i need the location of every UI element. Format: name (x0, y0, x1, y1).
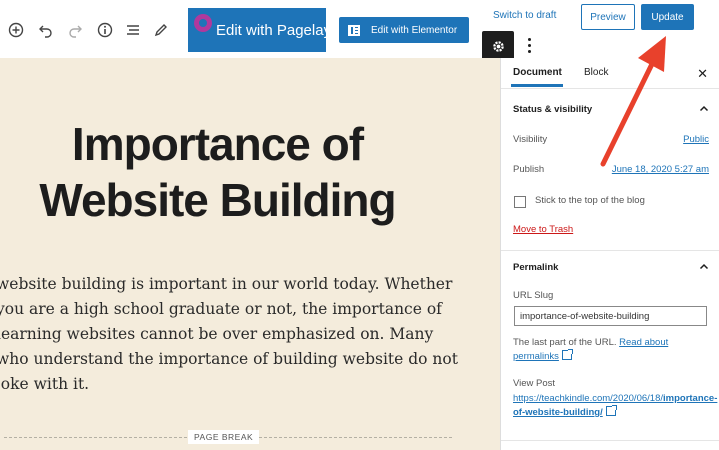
chevron-up-icon[interactable] (699, 104, 709, 114)
permalink-help: The last part of the URL. Read about per… (513, 336, 709, 364)
view-post-link[interactable]: https://teachkindle.com/2020/06/18/impor… (513, 392, 717, 420)
edit-with-pagelayer-button[interactable]: Edit with Pagelayer (188, 8, 326, 52)
external-link-icon (561, 349, 573, 360)
permalink-heading[interactable]: Permalink (513, 262, 558, 273)
page-break-label: PAGE BREAK (188, 430, 260, 444)
info-icon[interactable] (95, 20, 115, 40)
chevron-up-icon[interactable] (699, 262, 709, 272)
view-post-url-prefix: https://teachkindle.com/2020/06/18/ (513, 393, 663, 404)
post-paragraph[interactable]: website building is important in our wor… (0, 272, 466, 397)
sticky-label: Stick to the top of the blog (535, 195, 645, 206)
tab-document[interactable]: Document (513, 67, 562, 78)
undo-icon[interactable] (36, 20, 56, 40)
elementor-button-label: Edit with Elementor (371, 24, 458, 36)
visibility-value-link[interactable]: Public (683, 134, 709, 145)
permalink-help-text: The last part of the URL. (513, 337, 617, 348)
publish-label: Publish (513, 164, 545, 175)
active-tab-indicator (511, 84, 563, 87)
redo-icon[interactable] (65, 20, 85, 40)
list-view-icon[interactable] (123, 20, 143, 40)
url-slug-label: URL Slug (513, 290, 554, 301)
panel-divider (501, 440, 719, 441)
settings-gear-button[interactable] (482, 31, 514, 61)
edit-pencil-icon[interactable] (151, 20, 171, 40)
view-post-label: View Post (513, 378, 556, 389)
url-slug-input[interactable] (514, 306, 707, 326)
post-title[interactable]: Importance of Website Building (0, 116, 435, 228)
close-icon[interactable]: ✕ (697, 66, 708, 82)
page-break-block[interactable]: PAGE BREAK (0, 430, 456, 446)
gear-icon (492, 40, 504, 52)
pagelayer-button-label: Edit with Pagelayer (216, 22, 326, 39)
pagelayer-logo-icon (194, 14, 212, 32)
publish-date-link[interactable]: June 18, 2020 5:27 am (612, 164, 709, 175)
add-block-icon[interactable] (6, 20, 26, 40)
move-to-trash-link[interactable]: Move to Trash (513, 224, 573, 235)
tab-block[interactable]: Block (584, 67, 608, 78)
panel-divider (501, 250, 719, 251)
visibility-label: Visibility (513, 134, 548, 145)
external-link-icon (605, 405, 617, 416)
preview-button[interactable]: Preview (581, 4, 635, 30)
switch-to-draft-link[interactable]: Switch to draft (493, 10, 556, 21)
status-visibility-heading[interactable]: Status & visibility (513, 104, 592, 115)
sidebar-tabs: Document Block ✕ (501, 58, 719, 89)
elementor-logo-icon (348, 24, 360, 36)
editor-toolbar: Edit with Pagelayer Edit with Elementor … (0, 0, 719, 61)
settings-sidebar: Document Block ✕ Status & visibility Vis… (500, 58, 719, 450)
more-options-icon[interactable] (523, 33, 535, 57)
update-button[interactable]: Update (641, 4, 694, 30)
sticky-checkbox[interactable] (514, 196, 526, 208)
edit-with-elementor-button[interactable]: Edit with Elementor (339, 17, 469, 43)
editor-canvas[interactable]: Importance of Website Building website b… (0, 58, 500, 450)
